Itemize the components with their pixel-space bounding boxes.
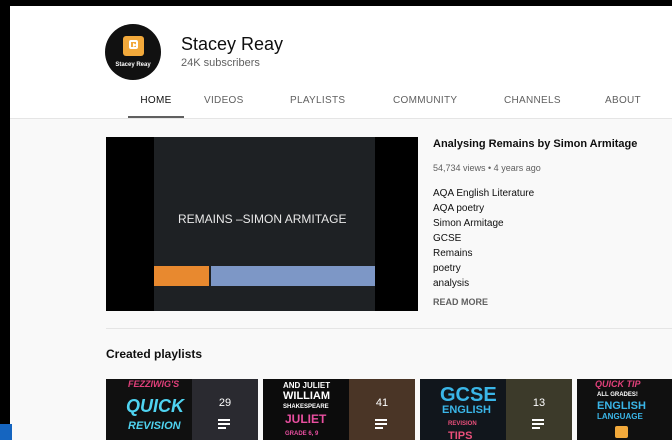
thumb-text: LANGUAGE — [597, 412, 643, 421]
description-line: Remains — [433, 248, 473, 259]
thumb-text: FEZZIWIG'S — [128, 379, 180, 389]
description-line: analysis — [433, 278, 470, 289]
tab-playlists[interactable]: PLAYLISTS — [290, 94, 345, 118]
slide-title: REMAINS –SIMON ARMITAGE — [178, 212, 347, 226]
play-logo-icon — [123, 36, 144, 56]
thumb-text: SHAKESPEARE — [283, 404, 329, 410]
playlist-thumbnail: FEZZIWIG'S QUICK REVISION — [106, 379, 192, 440]
playlist-count-overlay: 41 — [349, 379, 415, 440]
featured-video-description: AQA English Literature AQA poetry Simon … — [433, 186, 534, 291]
playlist-video-count: 13 — [532, 397, 546, 409]
thumb-text: GRADE 6, 9 — [285, 431, 319, 437]
created-playlists-heading: Created playlists — [106, 347, 203, 361]
thumb-text: REVISION — [128, 420, 181, 432]
tab-community[interactable]: COMMUNITY — [393, 94, 457, 118]
thumb-text: REVISION — [448, 421, 477, 427]
thumb-text: GCSE — [440, 384, 497, 406]
section-divider — [106, 328, 672, 329]
thumb-text: QUICK TIP — [595, 379, 641, 389]
playlist-card[interactable]: QUICK TIP ALL GRADES! ENGLISH LANGUAGE — [577, 379, 672, 440]
channel-name: Stacey Reay — [181, 34, 284, 54]
playlist-count-overlay: 29 — [192, 379, 258, 440]
avatar-name: Stacey Reay — [115, 62, 151, 68]
playlist-card[interactable]: AND JULIET WILLIAM SHAKESPEARE JULIET GR… — [263, 379, 415, 440]
playlist-thumbnail: AND JULIET WILLIAM SHAKESPEARE JULIET GR… — [263, 379, 349, 440]
tab-about[interactable]: ABOUT — [605, 94, 641, 118]
playlist-queue-icon — [375, 419, 387, 429]
subscriber-count: 24K subscribers — [181, 57, 260, 69]
playlist-thumbnail: GCSE ENGLISH REVISION TIPS — [420, 379, 506, 440]
tab-home[interactable]: HOME — [128, 94, 184, 118]
playlist-thumbnail: QUICK TIP ALL GRADES! ENGLISH LANGUAGE — [577, 379, 672, 440]
thumb-text: WILLIAM — [283, 390, 331, 402]
thumb-text: ENGLISH — [597, 400, 646, 412]
featured-video-meta: 54,734 views • 4 years ago — [433, 163, 541, 173]
playlist-queue-icon — [532, 419, 544, 429]
playlist-queue-icon — [218, 419, 230, 429]
channel-logo-icon — [615, 426, 628, 438]
thumb-text: AND JULIET — [283, 381, 331, 390]
thumb-text: JULIET — [285, 412, 327, 426]
tab-videos[interactable]: VIDEOS — [204, 94, 244, 118]
video-slide: REMAINS –SIMON ARMITAGE — [154, 137, 375, 311]
featured-video-title[interactable]: Analysing Remains by Simon Armitage — [433, 138, 637, 150]
taskbar-edge — [0, 424, 12, 440]
slide-orange-bar — [154, 266, 209, 286]
channel-header: Stacey Reay Stacey Reay 24K subscribers … — [10, 6, 672, 119]
description-line: Simon Armitage — [433, 218, 504, 229]
description-line: GCSE — [433, 233, 462, 244]
read-more-link[interactable]: READ MORE — [433, 297, 488, 307]
thumb-text: QUICK — [126, 396, 184, 416]
channel-tabs: HOME VIDEOS PLAYLISTS COMMUNITY CHANNELS… — [10, 94, 672, 118]
slide-blue-bar — [211, 266, 375, 286]
description-line: AQA poetry — [433, 203, 485, 214]
playlist-video-count: 41 — [375, 397, 389, 409]
playlist-card[interactable]: FEZZIWIG'S QUICK REVISION 29 — [106, 379, 258, 440]
playlist-video-count: 29 — [218, 397, 232, 409]
playlist-count-overlay: 13 — [506, 379, 572, 440]
thumb-text: TIPS — [448, 430, 473, 440]
description-line: poetry — [433, 263, 461, 274]
description-line: AQA English Literature — [433, 188, 535, 199]
thumb-text: ENGLISH — [442, 404, 491, 416]
youtube-channel-page: Stacey Reay Stacey Reay 24K subscribers … — [10, 6, 672, 440]
tab-channels[interactable]: CHANNELS — [504, 94, 561, 118]
thumb-text: ALL GRADES! — [597, 392, 638, 398]
playlist-card[interactable]: GCSE ENGLISH REVISION TIPS 13 — [420, 379, 572, 440]
channel-avatar[interactable]: Stacey Reay — [105, 24, 161, 80]
featured-video-player[interactable]: REMAINS –SIMON ARMITAGE — [106, 137, 418, 311]
